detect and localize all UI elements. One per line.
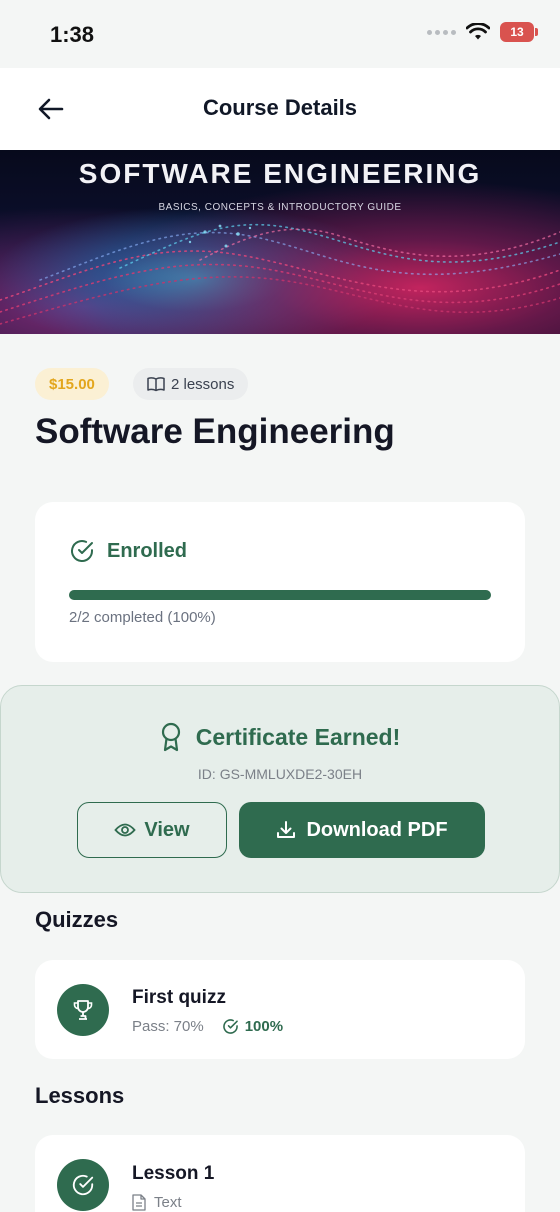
quiz-item[interactable]: First quizz Pass: 70% 100% (35, 960, 525, 1059)
wifi-icon (466, 23, 490, 40)
check-circle-icon (71, 540, 93, 563)
lessons-heading: Lessons (35, 1083, 125, 1108)
cellular-signal-icon (427, 29, 456, 35)
lessons-count-badge: 2 lessons (133, 368, 249, 400)
course-title: Software Engineering (35, 412, 395, 451)
lesson-meta: Text (132, 1194, 182, 1211)
lessons-count-label: 2 lessons (171, 375, 235, 393)
nav-header: Course Details (0, 68, 560, 150)
view-button-label: View (144, 818, 190, 841)
download-icon (277, 821, 296, 838)
quiz-score-value: 100% (244, 1018, 284, 1035)
view-certificate-button[interactable]: View (77, 802, 227, 858)
certificate-card: Certificate Earned! ID: GS-MMLUXDE2-30EH… (0, 685, 560, 893)
status-time: 1:38 (50, 22, 95, 47)
lesson-item[interactable]: Lesson 1 Text (35, 1135, 525, 1212)
enrollment-card: Enrolled 2/2 completed (100%) (35, 502, 525, 662)
certificate-id: ID: GS-MMLUXDE2-30EH (197, 766, 363, 782)
book-open-icon (147, 377, 165, 392)
status-bar: 1:38 13 (0, 0, 560, 68)
check-circle-icon (72, 1174, 94, 1196)
check-circle-icon (222, 1019, 238, 1034)
quiz-icon-badge (57, 984, 109, 1036)
download-pdf-button[interactable]: Download PDF (239, 802, 485, 858)
document-icon (132, 1194, 146, 1211)
award-ribbon-icon (161, 722, 180, 752)
banner-title: SOFTWARE ENGINEERING (78, 158, 482, 189)
quiz-pass-requirement: Pass: 70% (132, 1018, 204, 1035)
download-button-label: Download PDF (306, 818, 448, 841)
progress-bar (69, 590, 491, 600)
page-title: Course Details (202, 95, 358, 120)
price-badge: $15.00 (35, 368, 109, 400)
certificate-title: Certificate Earned! (195, 723, 401, 750)
quiz-meta: Pass: 70% 100% (132, 1018, 283, 1035)
trophy-icon (73, 1000, 93, 1020)
enrollment-status: Enrolled (69, 538, 187, 564)
certificate-header: Certificate Earned! (1, 722, 559, 752)
progress-text: 2/2 completed (100%) (69, 609, 216, 626)
lesson-type: Text (154, 1194, 182, 1211)
enrollment-status-label: Enrolled (107, 539, 188, 562)
eye-icon (114, 823, 137, 837)
status-icons: 13 (427, 22, 538, 42)
quiz-score: 100% (222, 1018, 283, 1035)
quiz-title: First quizz (132, 987, 226, 1008)
lesson-icon-badge (57, 1159, 109, 1211)
lesson-title: Lesson 1 (132, 1163, 215, 1184)
quizzes-heading: Quizzes (35, 907, 119, 932)
progress-bar-fill (69, 590, 491, 600)
battery-icon: 13 (500, 22, 538, 42)
banner-subtitle: BASICS, CONCEPTS & INTRODUCTORY GUIDE (158, 202, 402, 213)
